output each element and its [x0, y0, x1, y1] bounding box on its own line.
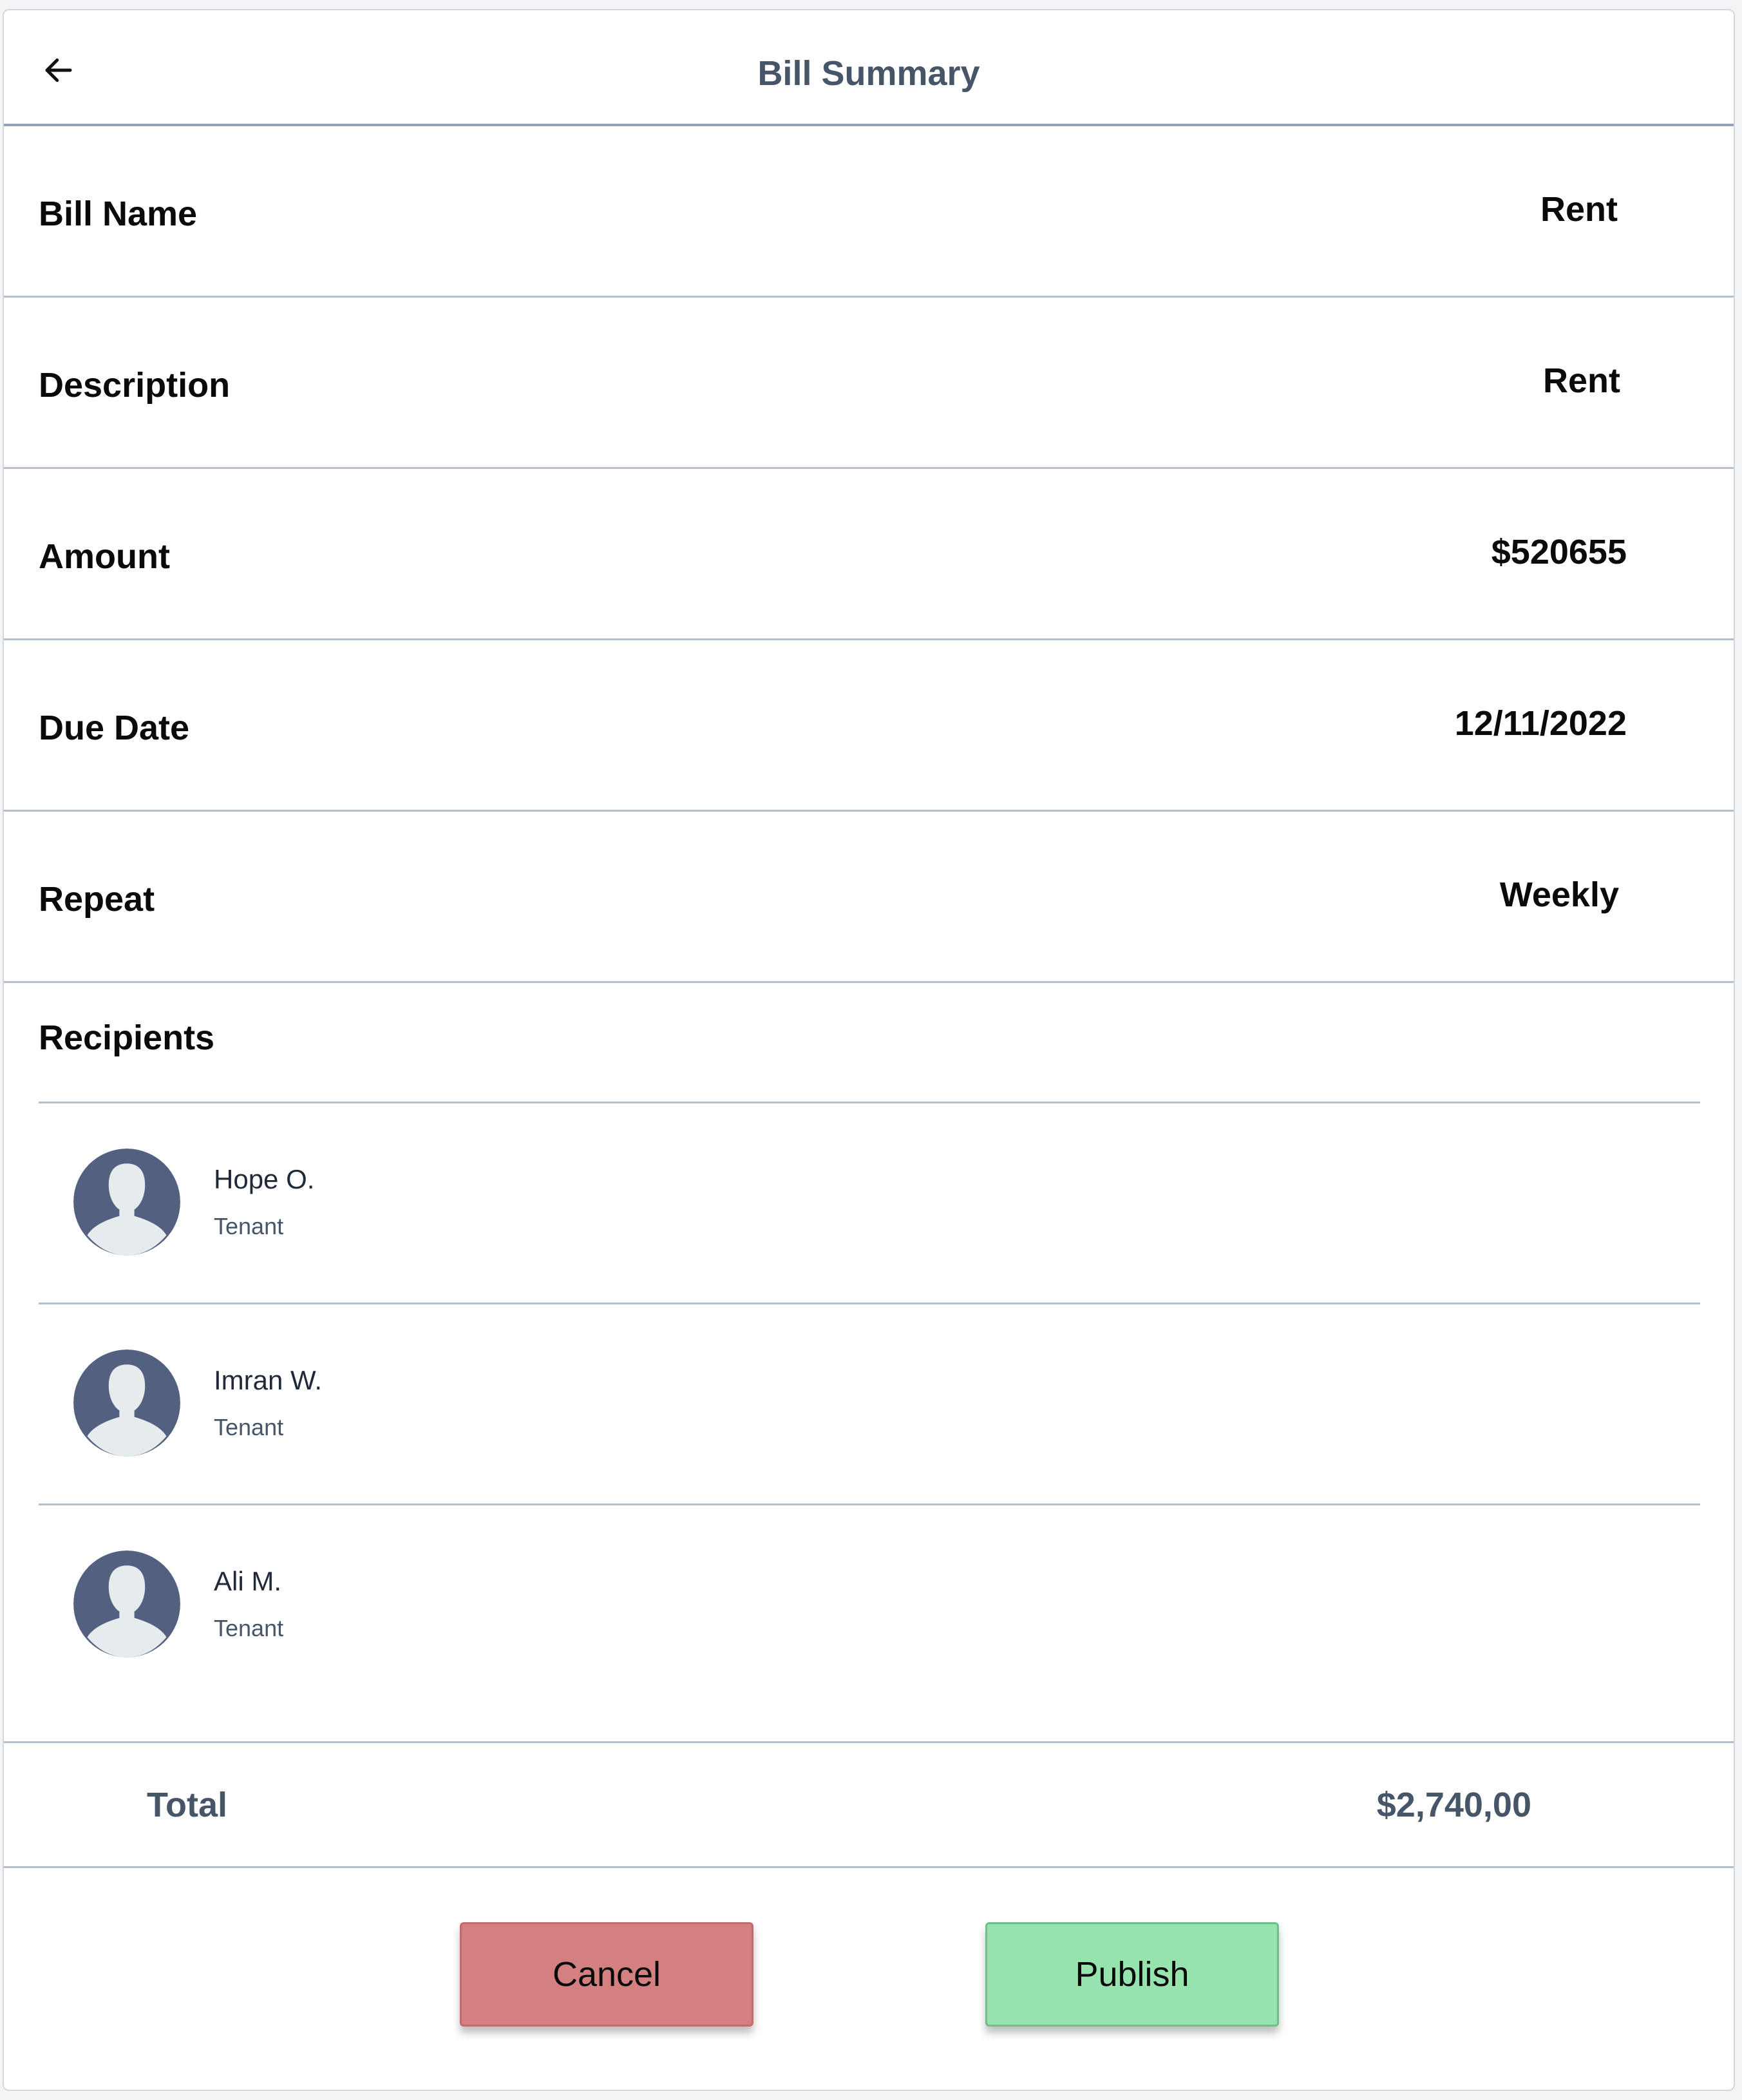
avatar — [73, 1350, 180, 1456]
cancel-button[interactable]: Cancel — [460, 1922, 753, 2027]
list-item[interactable]: Ali M. Tenant — [39, 1503, 1700, 1704]
field-value: Rent — [1540, 189, 1618, 229]
field-row-bill-name: Bill Name Rent — [4, 126, 1734, 298]
recipient-role: Tenant — [214, 1414, 284, 1440]
field-value: Rent — [1543, 361, 1620, 400]
recipient-name: Ali M. — [214, 1566, 281, 1596]
recipient-role: Tenant — [214, 1213, 284, 1239]
header-bar: Bill Summary — [4, 10, 1734, 126]
field-row-due-date: Due Date 12/11/2022 — [4, 640, 1734, 812]
field-label: Amount — [39, 537, 170, 576]
recipient-name: Imran W. — [214, 1365, 323, 1395]
recipient-list: Hope O. Tenant Imran W. Tenant Ali M. Te… — [39, 1102, 1700, 1704]
field-value: 12/11/2022 — [1454, 703, 1627, 743]
field-value: Weekly — [1499, 875, 1619, 914]
recipient-name: Hope O. — [214, 1164, 315, 1194]
field-row-description: Description Rent — [4, 298, 1734, 469]
user-silhouette-icon — [73, 1149, 180, 1255]
field-label: Repeat — [39, 879, 155, 919]
field-value: $520655 — [1491, 532, 1627, 571]
recipients-section: Recipients Hope O. Tenant Imran W. Tenan… — [4, 986, 1734, 1743]
recipient-role: Tenant — [214, 1615, 284, 1641]
avatar — [73, 1551, 180, 1657]
user-silhouette-icon — [73, 1551, 180, 1657]
list-item[interactable]: Imran W. Tenant — [39, 1303, 1700, 1503]
field-label: Due Date — [39, 708, 190, 747]
total-label: Total — [147, 1785, 227, 1824]
avatar — [73, 1149, 180, 1255]
field-row-amount: Amount $520655 — [4, 469, 1734, 640]
bill-summary-card: Bill Summary Bill Name Rent Description … — [3, 9, 1735, 2091]
user-silhouette-icon — [73, 1350, 180, 1456]
field-label: Description — [39, 365, 231, 405]
field-row-repeat: Repeat Weekly — [4, 812, 1734, 983]
total-row: Total $2,740,00 — [4, 1743, 1734, 1868]
page-title: Bill Summary — [757, 54, 980, 93]
publish-button[interactable]: Publish — [985, 1922, 1279, 2027]
list-item[interactable]: Hope O. Tenant — [39, 1102, 1700, 1303]
field-label: Bill Name — [39, 194, 198, 233]
total-value: $2,740,00 — [1376, 1785, 1531, 1824]
recipients-title: Recipients — [39, 1018, 215, 1057]
